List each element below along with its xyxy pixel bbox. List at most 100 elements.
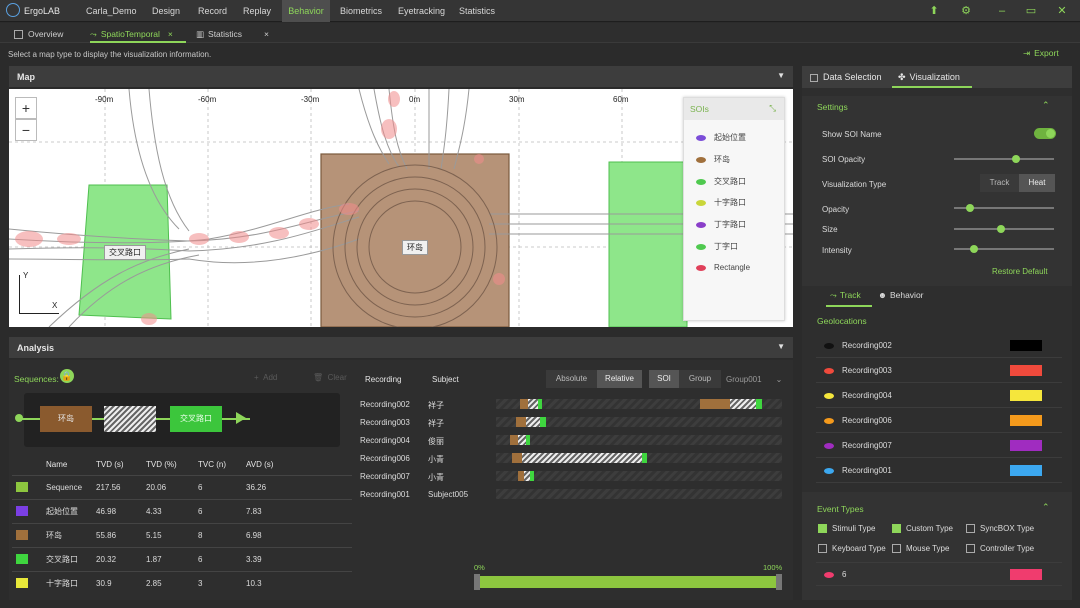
chevron-up-icon[interactable]: ⌃ [1042, 502, 1050, 513]
range-handle-left[interactable] [474, 574, 480, 590]
table-row[interactable]: 十字路口 30.9 2.85 3 10.3 [12, 570, 352, 595]
lock-icon[interactable]: 🔒 [60, 369, 74, 383]
map-panel-header[interactable]: Map ▼ [9, 66, 793, 88]
syncbox-type-checkbox[interactable]: SyncBOX Type [966, 524, 1034, 534]
tab-statistics[interactable]: ▥ Statistics × [196, 25, 286, 43]
timeline-bar[interactable] [496, 417, 782, 427]
list-item[interactable]: Recording002 祥子 [360, 400, 444, 418]
controller-type-checkbox[interactable]: Controller Type [966, 544, 1034, 554]
upload-icon[interactable]: ⬆ [927, 4, 941, 18]
intensity-slider[interactable] [954, 245, 1054, 253]
eye-icon[interactable] [824, 418, 834, 424]
eye-icon[interactable] [824, 368, 834, 374]
opacity-slider[interactable] [954, 204, 1054, 212]
map-canvas[interactable]: -90m -60m -30m 0m 30m 60m + − 交叉路口 环岛 Y … [9, 89, 793, 327]
color-swatch[interactable] [1010, 569, 1042, 580]
stimuli-type-checkbox[interactable]: Stimuli Type [818, 524, 875, 534]
menu-replay[interactable]: Replay [239, 0, 275, 22]
menu-design[interactable]: Design [148, 0, 184, 22]
eye-icon[interactable] [824, 393, 834, 399]
soi-item[interactable]: Rectangle [696, 263, 750, 272]
add-button[interactable]: + Add [254, 373, 277, 382]
clear-button[interactable]: 🗑 Clear [313, 373, 347, 382]
list-item[interactable]: Recording006 小青 [360, 454, 444, 472]
menu-statistics[interactable]: Statistics [455, 0, 499, 22]
list-item[interactable]: Recording001 Subject005 [360, 490, 468, 508]
menu-eyetracking[interactable]: Eyetracking [394, 0, 449, 22]
list-item[interactable]: Recording003 祥子 [360, 418, 444, 436]
table-row[interactable]: Sequence 217.56 20.06 6 36.26 [12, 474, 352, 499]
list-item[interactable]: Recording006 [816, 409, 1062, 433]
zoom-out-button[interactable]: − [15, 119, 37, 141]
color-swatch[interactable] [1010, 340, 1042, 351]
list-item[interactable]: Recording007 小青 [360, 472, 444, 490]
group-select[interactable]: Group001 ⌄ [726, 375, 782, 384]
minimize-icon[interactable]: – [995, 4, 1009, 18]
eye-icon[interactable] [696, 199, 706, 206]
relative-button[interactable]: Relative [597, 370, 642, 388]
sequence-box-huandao[interactable]: 环岛 [40, 406, 92, 432]
soi-item[interactable]: 环岛 [696, 154, 730, 165]
eye-icon[interactable] [696, 178, 706, 185]
soi-item[interactable]: 十字路口 [696, 197, 746, 208]
subtab-behavior[interactable]: ☻ Behavior [878, 290, 924, 300]
restore-default-button[interactable]: Restore Default [992, 267, 1048, 276]
slider-knob[interactable] [970, 245, 978, 253]
tab-data-selection[interactable]: Data Selection [810, 66, 882, 88]
maximize-icon[interactable]: ▭ [1024, 4, 1038, 18]
soi-button[interactable]: SOI [649, 370, 679, 388]
slider-knob[interactable] [997, 225, 1005, 233]
color-swatch[interactable] [1010, 440, 1042, 451]
vis-heat-button[interactable]: Heat [1019, 174, 1055, 192]
tab-close-icon[interactable]: × [264, 29, 269, 39]
tab-close-icon[interactable]: × [168, 29, 173, 39]
eye-icon[interactable] [824, 443, 834, 449]
custom-type-checkbox[interactable]: Custom Type [892, 524, 953, 534]
tab-spatiotemporal[interactable]: ⤳ SpatioTemporal × [90, 25, 186, 43]
table-row[interactable]: 起始位置 46.98 4.33 6 7.83 [12, 498, 352, 523]
table-row[interactable]: 交叉路口 20.32 1.87 6 3.39 [12, 546, 352, 571]
menu-record[interactable]: Record [194, 0, 231, 22]
list-item[interactable]: Recording004 [816, 384, 1062, 408]
mouse-type-checkbox[interactable]: Mouse Type [892, 544, 949, 554]
list-item[interactable]: 6 [816, 562, 1062, 586]
vis-track-button[interactable]: Track [980, 174, 1019, 192]
color-swatch[interactable] [1010, 415, 1042, 426]
list-item[interactable]: Recording001 [816, 459, 1062, 483]
analysis-panel-header[interactable]: Analysis ▼ [9, 337, 793, 359]
menu-behavior[interactable]: Behavior [282, 0, 330, 22]
chevron-down-icon[interactable]: ▼ [777, 342, 785, 351]
keyboard-type-checkbox[interactable]: Keyboard Type [818, 544, 886, 554]
timeline-bar[interactable] [496, 399, 782, 409]
timeline-bar[interactable] [496, 435, 782, 445]
chevron-down-icon[interactable]: ▼ [777, 71, 785, 80]
menu-biometrics[interactable]: Biometrics [336, 0, 386, 22]
slider-knob[interactable] [966, 204, 974, 212]
table-row[interactable]: 环岛 55.86 5.15 8 6.98 [12, 522, 352, 547]
timeline-bar[interactable] [496, 453, 782, 463]
list-item[interactable]: Recording007 [816, 434, 1062, 458]
group-button[interactable]: Group [679, 370, 721, 388]
soi-item[interactable]: 交叉路口 [696, 176, 746, 187]
sequence-box-jiaochakou[interactable]: 交叉路口 [170, 406, 222, 432]
soi-item[interactable]: 丁字口 [696, 241, 738, 252]
list-item[interactable]: Recording004 俊丽 [360, 436, 444, 454]
range-handle-right[interactable] [776, 574, 782, 590]
eye-icon[interactable] [824, 343, 834, 349]
subtab-track[interactable]: ⤳ Track [826, 290, 872, 307]
eye-icon[interactable] [696, 134, 706, 141]
timeline-bar[interactable] [496, 489, 782, 499]
eye-icon[interactable] [696, 243, 706, 250]
gear-icon[interactable]: ⚙ [959, 4, 973, 18]
slider-knob[interactable] [1012, 155, 1020, 163]
soi-opacity-slider[interactable] [954, 155, 1054, 163]
timeline-bar[interactable] [496, 471, 782, 481]
eye-icon[interactable] [824, 468, 834, 474]
absolute-button[interactable]: Absolute [546, 370, 597, 388]
color-swatch[interactable] [1010, 390, 1042, 401]
tab-overview[interactable]: Overview [14, 25, 63, 43]
collapse-icon[interactable]: ⤡ [769, 103, 776, 114]
time-range-slider[interactable] [474, 576, 782, 588]
tab-visualization[interactable]: ✤ Visualization [892, 66, 972, 88]
sequence-box-any[interactable] [104, 406, 156, 432]
